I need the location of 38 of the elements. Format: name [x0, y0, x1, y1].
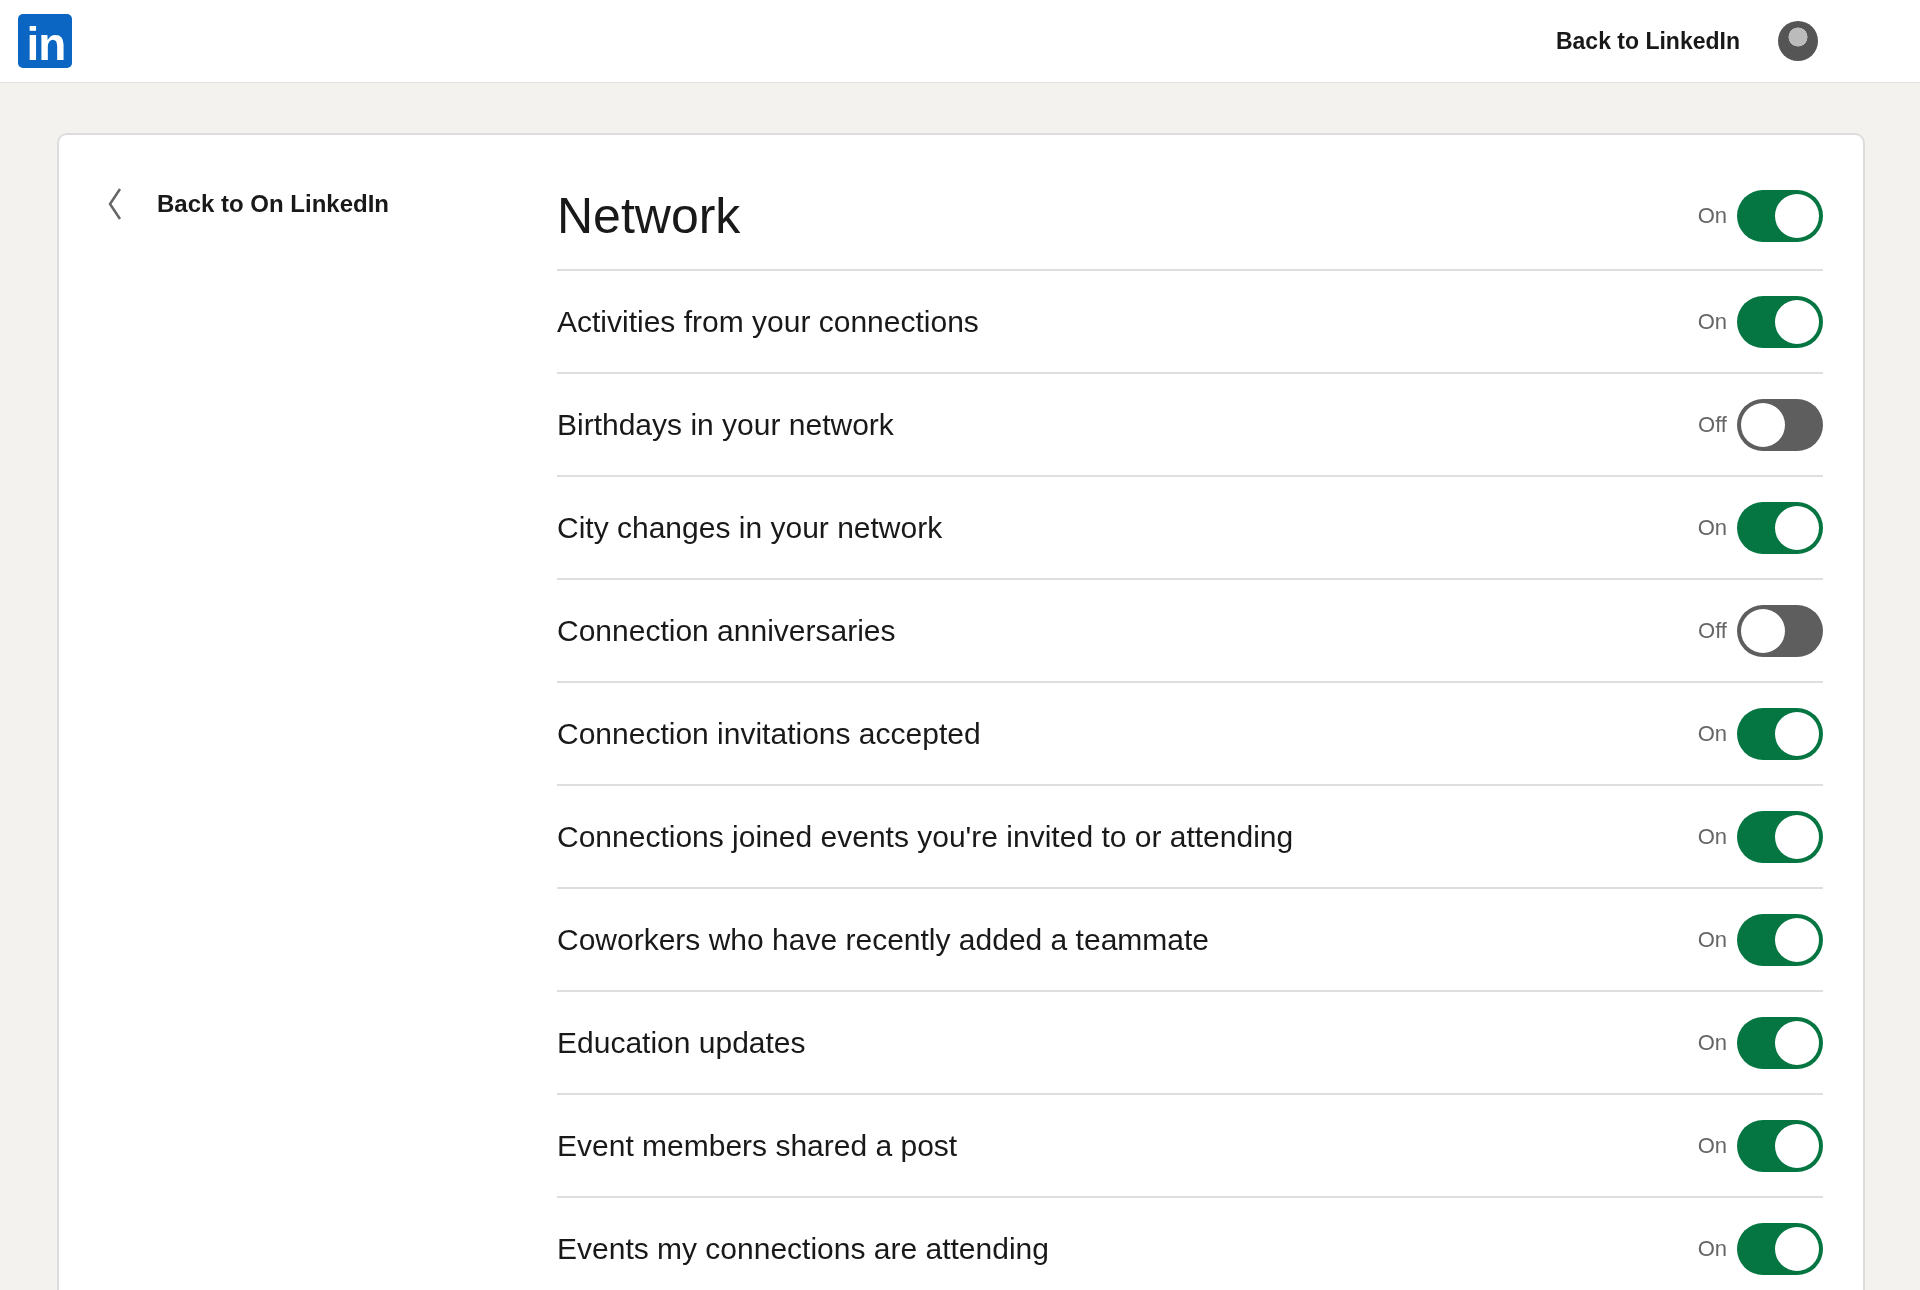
- state-label: On: [1697, 1029, 1727, 1056]
- state-label: Off: [1698, 617, 1727, 644]
- setting-label: Connection invitations accepted: [557, 716, 982, 751]
- avatar[interactable]: [1778, 21, 1818, 61]
- toggle-switch[interactable]: [1737, 398, 1823, 451]
- toggle-switch[interactable]: [1737, 707, 1823, 760]
- back-link[interactable]: Back to LinkedIn: [1555, 27, 1740, 55]
- state-label: On: [1697, 203, 1727, 229]
- setting-label: Connections joined events you're invited to or attending: [557, 819, 1295, 854]
- toggle-switch[interactable]: [1737, 190, 1823, 242]
- setting-label: Activities from your connections: [557, 304, 980, 339]
- state-label: On: [1697, 1235, 1727, 1262]
- toggle-switch[interactable]: [1737, 1119, 1823, 1172]
- state-label: On: [1697, 823, 1727, 850]
- setting-label: Birthdays in your network: [557, 407, 895, 442]
- state-label: On: [1697, 926, 1727, 953]
- setting-label: Connection anniversaries: [557, 613, 897, 648]
- toggle-switch[interactable]: [1737, 810, 1823, 863]
- logo[interactable]: in: [18, 14, 72, 68]
- state-label: On: [1697, 514, 1727, 541]
- toggle-switch[interactable]: [1737, 1222, 1823, 1275]
- toggle-switch[interactable]: [1737, 295, 1823, 348]
- toggle-switch[interactable]: [1737, 913, 1823, 966]
- setting-label: Coworkers who have recently added a teammate: [557, 922, 1210, 957]
- section-title: Network: [557, 187, 742, 245]
- state-label: On: [1697, 1132, 1727, 1159]
- toggle-switch[interactable]: [1737, 501, 1823, 554]
- toggle-switch[interactable]: [1737, 604, 1823, 657]
- setting-label: Events my connections are attending: [557, 1231, 1050, 1266]
- state-label: On: [1697, 308, 1727, 335]
- state-label: On: [1697, 720, 1727, 747]
- back-link[interactable]: Back to On LinkedIn: [107, 187, 390, 221]
- setting-label: City changes in your network: [557, 510, 944, 545]
- toggle-switch[interactable]: [1737, 1016, 1823, 1069]
- state-label: Off: [1698, 411, 1727, 438]
- setting-label: Education updates: [557, 1025, 807, 1060]
- setting-label: Event members shared a post: [557, 1128, 959, 1163]
- chevron-left-icon: [107, 187, 123, 221]
